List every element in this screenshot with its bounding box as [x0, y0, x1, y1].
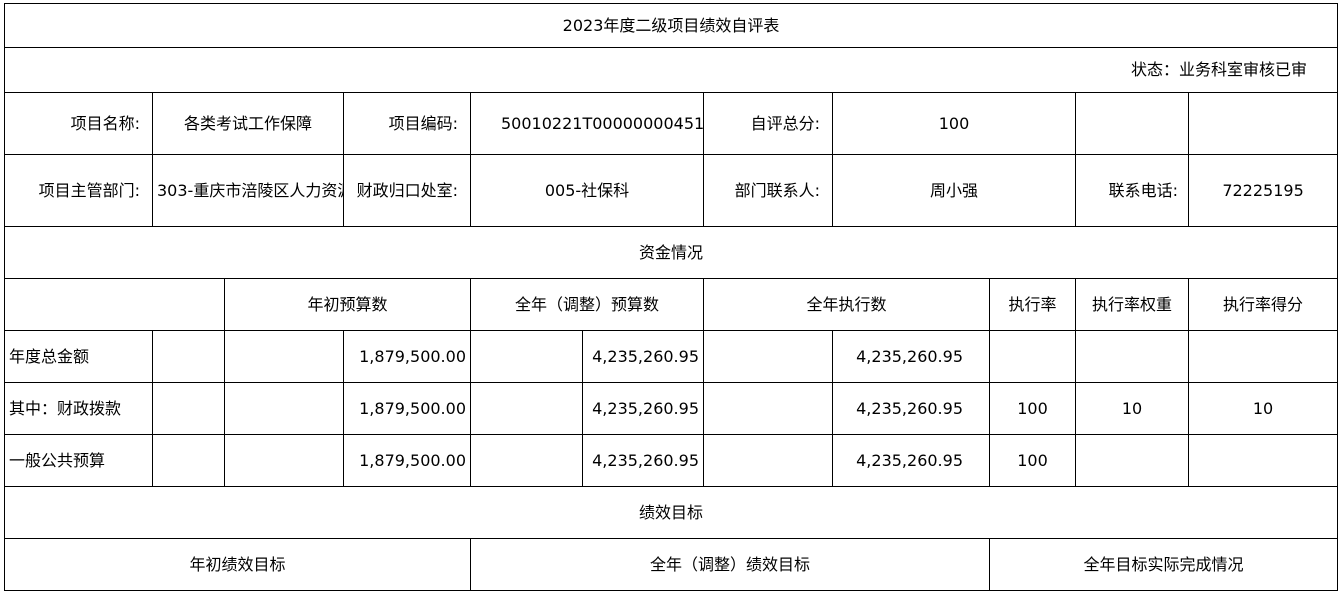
header-rate-weight: 执行率权重	[1075, 278, 1189, 331]
goals-section-row: 绩效目标	[3, 486, 1338, 539]
initial-budget-value: 1,879,500.00	[343, 382, 471, 435]
empty-cell	[703, 330, 833, 383]
exec-rate-value	[989, 330, 1076, 383]
empty-cell	[152, 382, 225, 435]
self-score-label: 自评总分:	[703, 92, 833, 155]
empty-cell	[224, 382, 344, 435]
title-row: 2023年度二级项目绩效自评表	[3, 3, 1338, 48]
adjusted-budget-value: 4,235,260.95	[582, 434, 704, 487]
performance-self-evaluation-table: 2023年度二级项目绩效自评表 状态：业务科室审核已审 项目名称: 各类考试工作…	[3, 3, 1338, 591]
table-row: 年度总金额 1,879,500.00 4,235,260.95 4,235,26…	[4, 330, 1338, 383]
funds-section-row: 资金情况	[3, 226, 1338, 279]
empty-cell	[1075, 92, 1189, 155]
row-label: 一般公共预算	[4, 434, 153, 487]
empty-cell	[470, 434, 583, 487]
finance-office-value: 005-社保科	[470, 154, 704, 227]
executed-value: 4,235,260.95	[832, 382, 990, 435]
phone-value: 72225195	[1187, 154, 1338, 227]
project-name-row: 项目名称: 各类考试工作保障 项目编码: 50010221T0000000045…	[4, 92, 1338, 155]
contact-label: 部门联系人:	[703, 154, 833, 227]
row-label: 其中：财政拨款	[4, 382, 153, 435]
rate-weight-value	[1075, 330, 1189, 383]
project-name-value: 各类考试工作保障	[152, 92, 344, 155]
header-rate-score: 执行率得分	[1187, 278, 1338, 331]
rate-weight-value: 10	[1075, 382, 1189, 435]
header-adjusted-budget: 全年（调整）预算数	[470, 278, 704, 331]
review-status: 状态：业务科室审核已审	[3, 47, 1338, 93]
status-row: 状态：业务科室审核已审	[3, 47, 1338, 93]
empty-cell	[470, 330, 583, 383]
table-row: 一般公共预算 1,879,500.00 4,235,260.95 4,235,2…	[4, 434, 1338, 487]
header-adjusted-goal: 全年（调整）绩效目标	[470, 538, 990, 591]
header-exec-rate: 执行率	[989, 278, 1076, 331]
empty-cell	[703, 434, 833, 487]
rate-score-value	[1187, 434, 1338, 487]
header-executed: 全年执行数	[703, 278, 990, 331]
initial-budget-value: 1,879,500.00	[343, 434, 471, 487]
empty-cell	[1187, 92, 1338, 155]
self-score-value: 100	[832, 92, 1076, 155]
funds-header-row: 年初预算数 全年（调整）预算数 全年执行数 执行率 执行率权重 执行率得分	[4, 278, 1338, 331]
phone-label: 联系电话:	[1075, 154, 1189, 227]
adjusted-budget-value: 4,235,260.95	[582, 382, 704, 435]
empty-cell	[152, 434, 225, 487]
adjusted-budget-value: 4,235,260.95	[582, 330, 704, 383]
header-actual-completion: 全年目标实际完成情况	[988, 538, 1338, 591]
table-title: 2023年度二级项目绩效自评表	[3, 3, 1338, 48]
empty-cell	[4, 278, 225, 331]
goals-section-title: 绩效目标	[3, 486, 1338, 539]
empty-cell	[224, 330, 344, 383]
header-initial-goal: 年初绩效目标	[4, 538, 471, 591]
executed-value: 4,235,260.95	[832, 434, 990, 487]
goals-header-row: 年初绩效目标 全年（调整）绩效目标 全年目标实际完成情况	[4, 538, 1338, 591]
executed-value: 4,235,260.95	[832, 330, 990, 383]
initial-budget-value: 1,879,500.00	[343, 330, 471, 383]
funds-section-title: 资金情况	[3, 226, 1338, 279]
dept-value: 303-重庆市涪陵区人力资源和社会保障局	[152, 154, 344, 227]
dept-label: 项目主管部门:	[4, 154, 153, 227]
table-row: 其中：财政拨款 1,879,500.00 4,235,260.95 4,235,…	[4, 382, 1338, 435]
exec-rate-value: 100	[989, 434, 1076, 487]
finance-office-label: 财政归口处室:	[343, 154, 471, 227]
contact-value: 周小强	[832, 154, 1076, 227]
rate-score-value: 10	[1187, 382, 1338, 435]
empty-cell	[152, 330, 225, 383]
project-dept-row: 项目主管部门: 303-重庆市涪陵区人力资源和社会保障局 财政归口处室: 005…	[4, 154, 1338, 227]
rate-weight-value	[1075, 434, 1189, 487]
exec-rate-value: 100	[989, 382, 1076, 435]
header-initial-budget: 年初预算数	[224, 278, 471, 331]
empty-cell	[224, 434, 344, 487]
project-code-label: 项目编码:	[343, 92, 471, 155]
project-code-value: 50010221T00000000451524	[470, 92, 704, 155]
rate-score-value	[1187, 330, 1338, 383]
empty-cell	[703, 382, 833, 435]
empty-cell	[470, 382, 583, 435]
project-name-label: 项目名称:	[4, 92, 153, 155]
row-label: 年度总金额	[4, 330, 153, 383]
